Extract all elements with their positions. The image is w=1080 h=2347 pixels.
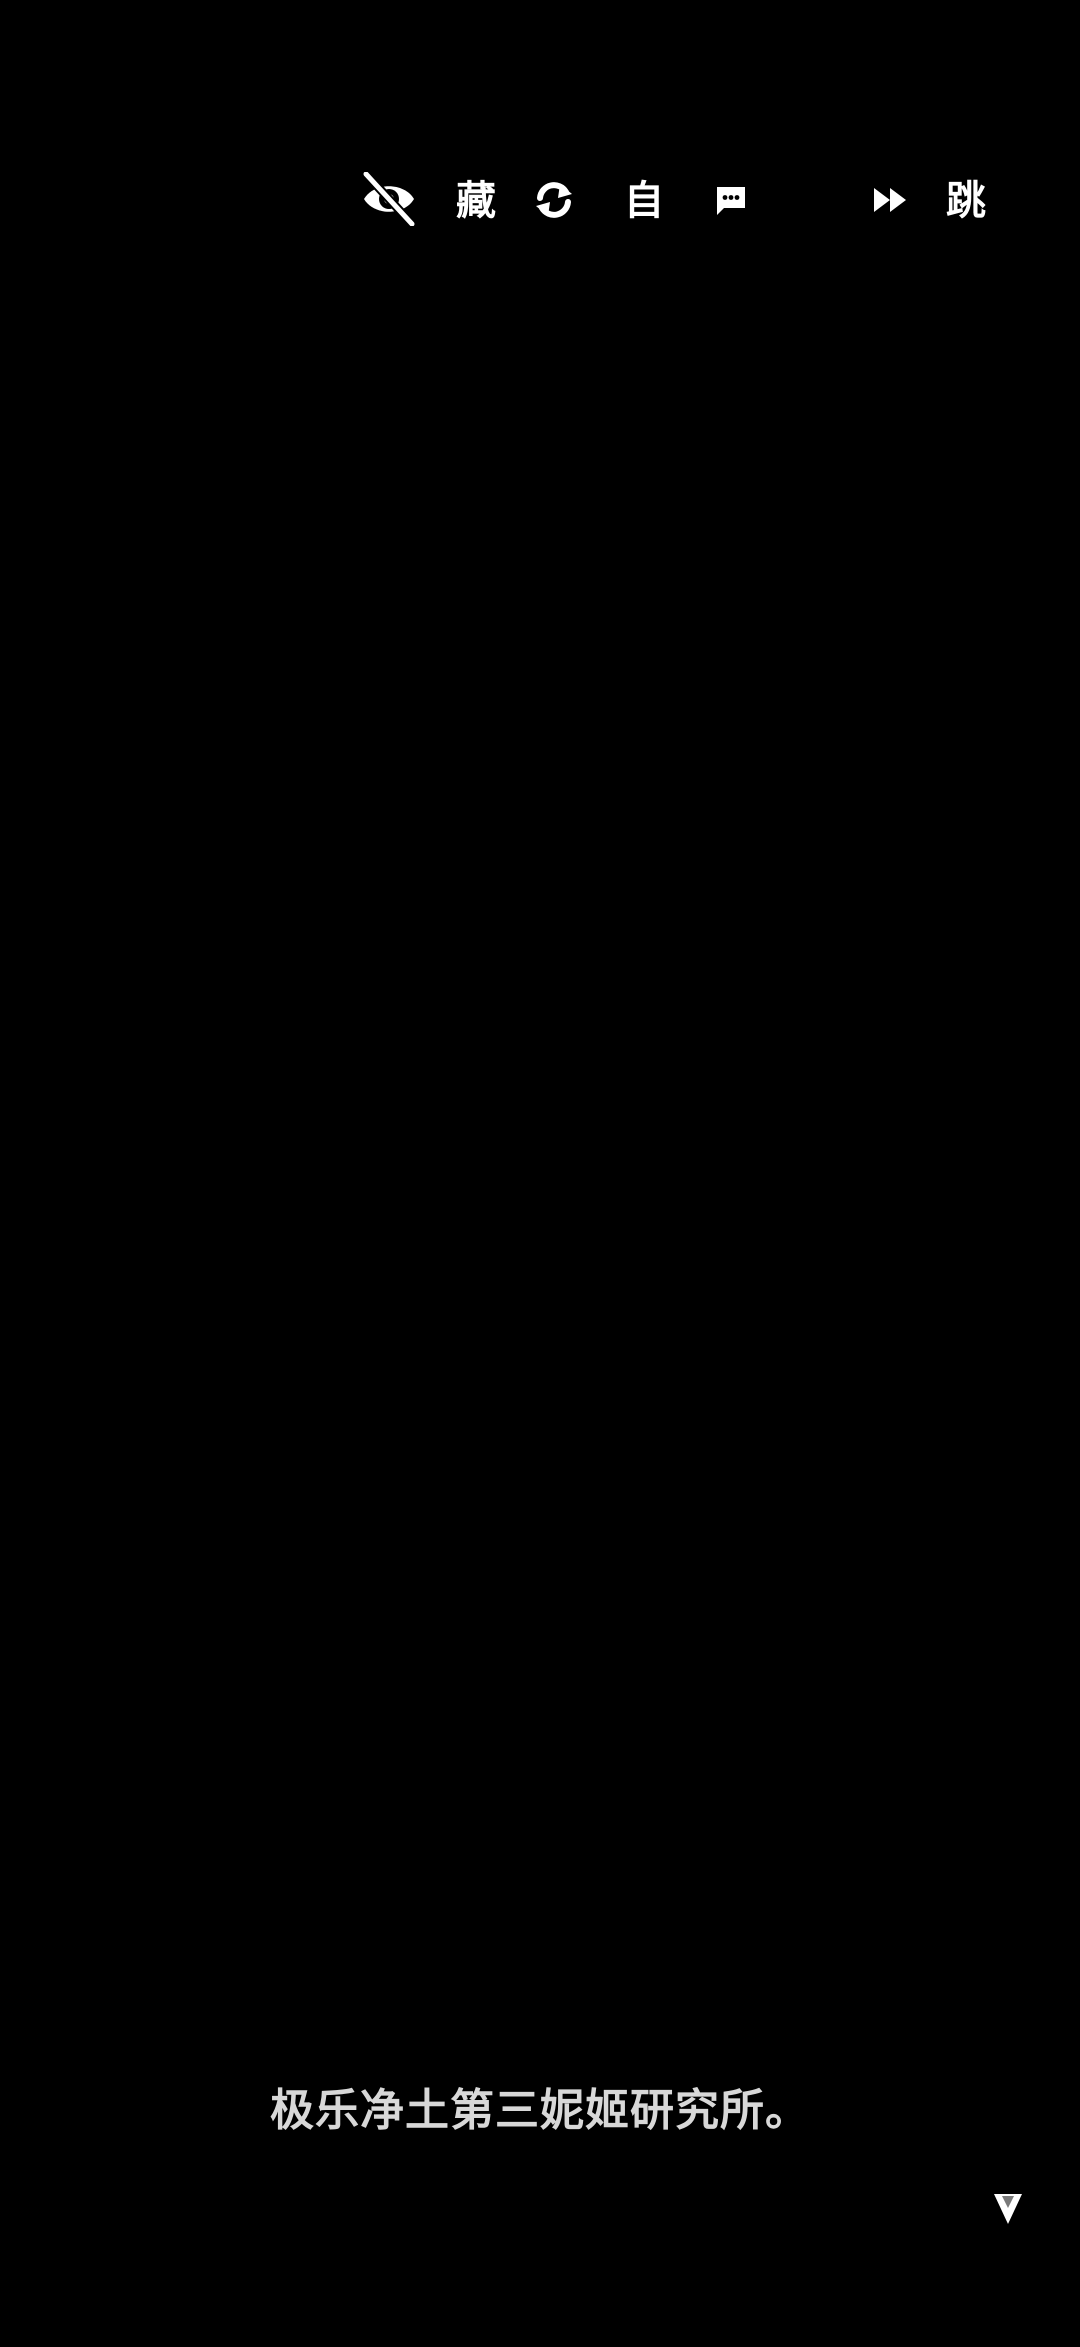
dialogue-text: 极乐净土第三妮姬研究所。 (270, 2085, 810, 2136)
skip-button[interactable] (872, 186, 908, 214)
advance-indicator[interactable] (992, 2192, 1024, 2226)
hide-ui-label[interactable]: 藏 (456, 181, 496, 221)
auto-play-label[interactable]: 自 (624, 181, 664, 221)
down-triangle-icon (992, 2194, 1024, 2230)
hide-ui-button[interactable] (360, 172, 418, 226)
message-icon (714, 184, 748, 218)
skip-label[interactable]: 跳 (946, 181, 986, 221)
auto-play-button[interactable] (532, 180, 576, 220)
dialogue-log-button[interactable] (714, 184, 748, 218)
fast-forward-icon (872, 186, 908, 214)
refresh-icon (532, 180, 576, 220)
eye-off-icon (360, 172, 418, 226)
top-toolbar: 藏 自 跳 (0, 0, 1080, 260)
